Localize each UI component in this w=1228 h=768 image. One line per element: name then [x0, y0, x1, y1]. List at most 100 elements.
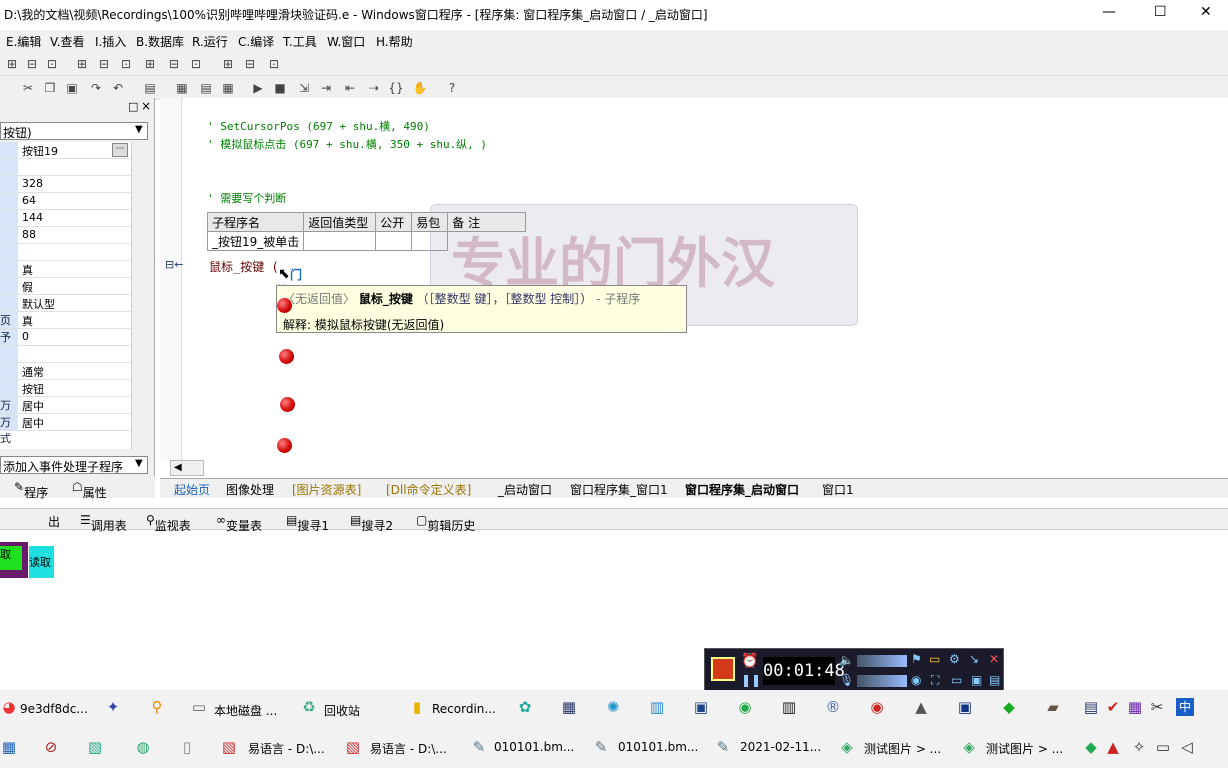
window-icon[interactable]: ▭	[951, 673, 962, 687]
property-row[interactable]: 88	[0, 227, 130, 244]
table-cell[interactable]	[303, 231, 377, 251]
property-scrollbar[interactable]	[131, 142, 148, 449]
align-center-icon[interactable]: ⊟	[24, 56, 40, 72]
close-button[interactable]: ✕	[1200, 4, 1212, 20]
v-spacing-icon[interactable]: ⊟	[166, 56, 182, 72]
stop-icon[interactable]: ■	[272, 80, 288, 96]
tab-clip-history[interactable]: ▢ 剪辑历史	[416, 513, 475, 533]
property-row[interactable]: 按钮19 ···	[0, 142, 130, 159]
menu-insert[interactable]: I.插入	[95, 33, 126, 50]
search-app-icon[interactable]: ⚲	[148, 698, 166, 716]
speaker-volume-meter[interactable]	[857, 655, 907, 667]
taskbar-item[interactable]: 测试图片 > ...	[986, 740, 1063, 757]
tray-icon[interactable]: ✂	[1148, 698, 1166, 716]
run-to-cursor-icon[interactable]: ⇢	[366, 80, 382, 96]
easy-language-icon[interactable]: ▧	[220, 738, 238, 756]
app-icon[interactable]: ✺	[604, 698, 622, 716]
mic-volume-meter[interactable]	[857, 675, 907, 687]
app-icon[interactable]: ®	[824, 698, 842, 716]
app-icon[interactable]: ⊘	[42, 738, 60, 756]
taskbar-item[interactable]: 易语言 - D:\...	[370, 740, 447, 757]
region-icon[interactable]: ⛶	[931, 673, 939, 688]
tab-program[interactable]: ✎ 程序	[14, 480, 48, 500]
settings-icon[interactable]: ⚙	[949, 652, 960, 666]
tab-window1[interactable]: 窗口1	[822, 481, 854, 498]
grid-icon[interactable]: ⊟	[242, 56, 258, 72]
taskbar-item[interactable]: 测试图片 > ...	[864, 740, 941, 757]
taskbar-item[interactable]: Recordin...	[432, 702, 496, 716]
tray-icon[interactable]: ▦	[1126, 698, 1144, 716]
taskbar-item[interactable]: 回收站	[324, 702, 360, 719]
property-row[interactable]: 真	[0, 261, 130, 278]
app-icon[interactable]: ▰	[1044, 698, 1062, 716]
app-icon[interactable]: ▣	[956, 698, 974, 716]
taskbar-item[interactable]: 易语言 - D:\...	[248, 740, 325, 757]
app-icon[interactable]: ✦	[104, 698, 122, 716]
tray-icon[interactable]: ▲	[1104, 738, 1122, 756]
tab-window1-assembly[interactable]: 窗口程序集_窗口1	[570, 481, 668, 498]
view3-icon[interactable]: ▦	[220, 80, 236, 96]
redo-icon[interactable]: ↷	[88, 80, 104, 96]
read-button[interactable]: 读取	[29, 546, 54, 578]
table-cell[interactable]	[375, 231, 413, 251]
scroll-left-icon[interactable]: ◀	[174, 462, 182, 473]
step-out-icon[interactable]: ⇤	[342, 80, 358, 96]
app-icon[interactable]: ▧	[86, 738, 104, 756]
app-icon[interactable]: ▦	[560, 698, 578, 716]
globe-icon[interactable]: ◍	[134, 738, 152, 756]
app-icon[interactable]: ▥	[780, 698, 798, 716]
property-row[interactable]: 通常	[0, 363, 130, 380]
menu-window[interactable]: W.窗口	[327, 33, 365, 50]
app-icon[interactable]: ▥	[648, 698, 666, 716]
menu-run[interactable]: R.运行	[192, 33, 228, 50]
tray-icon[interactable]: ✔	[1104, 698, 1122, 716]
braces-icon[interactable]: {}	[388, 80, 404, 96]
same-width-icon[interactable]: ⊞	[74, 56, 90, 72]
view2-icon[interactable]: ▤	[198, 80, 214, 96]
collapse-icon[interactable]: ⊟←	[165, 258, 183, 271]
ime-indicator[interactable]: 中	[1176, 698, 1194, 716]
easy-language-icon[interactable]: ▧	[344, 738, 362, 756]
volume-icon[interactable]: ◁	[1178, 738, 1196, 756]
network-app-icon[interactable]: ▣	[692, 698, 710, 716]
property-row[interactable]: 万式居中	[0, 397, 130, 428]
record-app-icon[interactable]: ◉	[868, 698, 886, 716]
property-row[interactable]	[0, 244, 130, 261]
ellipsis-button[interactable]: ···	[112, 143, 128, 157]
table-cell[interactable]	[448, 232, 526, 251]
app-icon[interactable]: ◉	[736, 698, 754, 716]
tray-icon[interactable]: ▤	[1082, 698, 1100, 716]
minimize-arrow-icon[interactable]: ↘	[969, 652, 979, 666]
find-icon[interactable]: ▤	[142, 80, 158, 96]
run-icon[interactable]: ▶	[250, 80, 266, 96]
screen-icon[interactable]: ▤	[989, 673, 1000, 687]
tray-icon[interactable]: ◆	[1082, 738, 1100, 756]
property-row[interactable]: 328	[0, 176, 130, 193]
property-row[interactable]: 予0	[0, 329, 130, 346]
step-into-icon[interactable]: ⇲	[296, 80, 312, 96]
taskbar-item[interactable]: 本地磁盘 ...	[214, 702, 277, 719]
tab-watch[interactable]: ⚲ 监视表	[146, 513, 191, 533]
folder-icon[interactable]: ▮	[408, 698, 426, 716]
minimize-button[interactable]: —	[1102, 4, 1116, 20]
taskbar-item[interactable]: 010101.bm...	[494, 740, 574, 754]
menu-edit[interactable]: E.编辑	[6, 33, 41, 50]
undo-icon[interactable]: ↶	[110, 80, 126, 96]
panel-close-icon[interactable]: ×	[141, 99, 151, 113]
center-h-icon[interactable]: ⊡	[188, 56, 204, 72]
same-height-icon[interactable]: ⊟	[96, 56, 112, 72]
property-row[interactable]: 假	[0, 278, 130, 295]
app-icon[interactable]: ▲	[912, 698, 930, 716]
webcam-icon[interactable]: ◉	[911, 673, 921, 687]
tab-search2[interactable]: ▤ 搜寻2	[350, 513, 393, 533]
tab-properties[interactable]: ☖ 属性	[72, 480, 107, 500]
start-icon[interactable]: ▦	[0, 738, 18, 756]
taskbar-item[interactable]: 010101.bm...	[618, 740, 698, 754]
app-icon[interactable]: ◆	[1000, 698, 1018, 716]
green-button[interactable]: 取	[0, 546, 22, 570]
file-icon[interactable]: ▯	[178, 738, 196, 756]
table-cell[interactable]: _按钮19_被单击	[206, 231, 305, 251]
paint-icon[interactable]: ✎	[592, 738, 610, 756]
tab-output[interactable]: 出	[48, 513, 60, 530]
menu-database[interactable]: B.数据库	[136, 33, 184, 50]
